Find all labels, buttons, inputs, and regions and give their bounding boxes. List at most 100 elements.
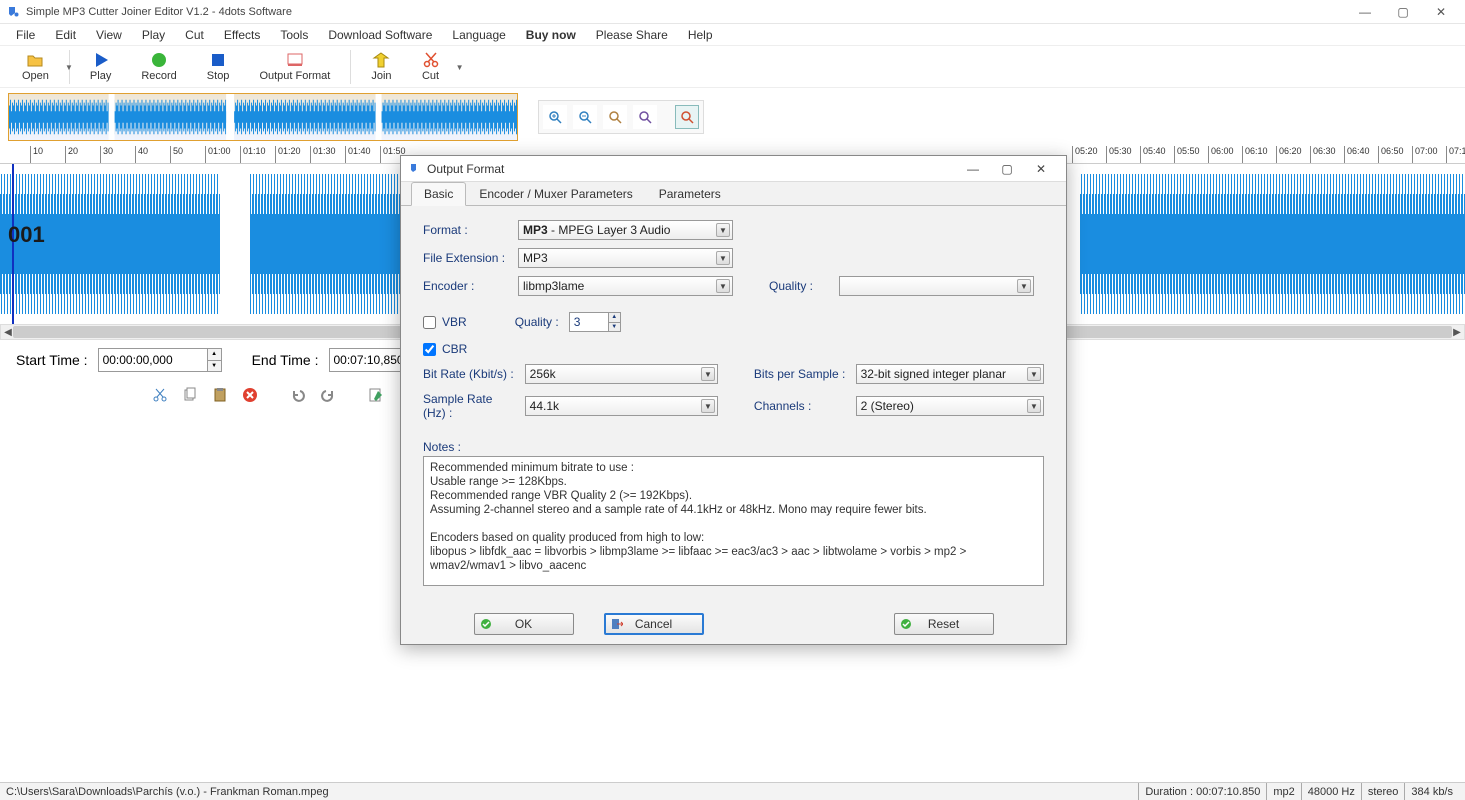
dialog-titlebar[interactable]: Output Format — ▢ ✕	[401, 156, 1066, 182]
stop-icon	[209, 51, 227, 69]
record-button[interactable]: Record	[127, 49, 190, 84]
menu-language[interactable]: Language	[442, 26, 515, 44]
zoom-selection-button[interactable]	[603, 105, 627, 129]
notes-textbox[interactable]: Recommended minimum bitrate to use : Usa…	[423, 456, 1044, 586]
quality-number-input[interactable]: 3	[569, 312, 609, 332]
output-format-button[interactable]: Output Format	[245, 49, 344, 84]
cbr-checkbox[interactable]: CBR	[423, 342, 467, 356]
scissors-icon	[422, 51, 440, 69]
close-button[interactable]: ✕	[1423, 2, 1459, 22]
zoom-tool-button[interactable]	[675, 105, 699, 129]
scroll-right-arrow-icon[interactable]: ▶	[1450, 325, 1464, 339]
menu-cut[interactable]: Cut	[175, 26, 214, 44]
dialog-body: Format : MP3 - MPEG Layer 3 Audio▼ File …	[401, 206, 1066, 604]
play-label: Play	[90, 70, 111, 82]
dropdown-arrow-icon[interactable]: ▼	[65, 63, 73, 72]
dialog-tabs: Basic Encoder / Muxer Parameters Paramet…	[401, 182, 1066, 206]
format-label: Format :	[423, 223, 508, 237]
cut-action-icon[interactable]	[150, 385, 170, 405]
channels-combo[interactable]: 2 (Stereo)▼	[856, 396, 1044, 416]
encoder-combo[interactable]: libmp3lame▼	[518, 276, 733, 296]
join-button[interactable]: Join	[357, 49, 405, 84]
chevron-down-icon: ▼	[1027, 367, 1041, 381]
dialog-close-button[interactable]: ✕	[1024, 158, 1058, 180]
dialog-minimize-button[interactable]: —	[956, 158, 990, 180]
format-combo[interactable]: MP3 - MPEG Layer 3 Audio▼	[518, 220, 733, 240]
file-extension-combo[interactable]: MP3▼	[518, 248, 733, 268]
chevron-down-icon: ▼	[716, 279, 730, 293]
play-button[interactable]: Play	[76, 49, 125, 84]
zoom-toolbar	[538, 100, 704, 134]
undo-icon[interactable]	[288, 385, 308, 405]
output-format-dialog: Output Format — ▢ ✕ Basic Encoder / Muxe…	[400, 155, 1067, 645]
menu-file[interactable]: File	[6, 26, 45, 44]
file-extension-label: File Extension :	[423, 251, 508, 265]
channels-label: Channels :	[754, 399, 846, 413]
record-icon	[150, 51, 168, 69]
open-button[interactable]: Open ▼	[8, 49, 63, 84]
menu-share[interactable]: Please Share	[586, 26, 678, 44]
maximize-button[interactable]: ▢	[1385, 2, 1421, 22]
menu-download[interactable]: Download Software	[318, 26, 442, 44]
cut-label: Cut	[422, 70, 439, 82]
bitrate-label: Bit Rate (Kbit/s) :	[423, 367, 515, 381]
bits-per-sample-combo[interactable]: 32-bit signed integer planar▼	[856, 364, 1044, 384]
check-icon	[479, 617, 493, 631]
redo-icon[interactable]	[318, 385, 338, 405]
start-time-spinner[interactable]: ▲▼	[208, 348, 222, 372]
menu-tools[interactable]: Tools	[270, 26, 318, 44]
status-duration: Duration : 00:07:10.850	[1138, 783, 1266, 800]
status-filepath: C:\Users\Sara\Downloads\Parchís (v.o.) -…	[6, 786, 329, 798]
tab-parameters[interactable]: Parameters	[646, 182, 734, 205]
quality-spinner[interactable]: ▲▼	[609, 312, 621, 332]
chevron-down-icon: ▼	[701, 399, 715, 413]
tab-basic[interactable]: Basic	[411, 182, 466, 206]
menu-play[interactable]: Play	[132, 26, 175, 44]
start-time-input[interactable]: 00:00:00,000	[98, 348, 208, 372]
vbr-checkbox[interactable]: VBR	[423, 315, 467, 329]
dropdown-arrow-icon[interactable]: ▼	[456, 63, 464, 72]
quality-label: Quality :	[769, 279, 829, 293]
quality-combo[interactable]: ▼	[839, 276, 1034, 296]
join-label: Join	[371, 70, 391, 82]
paste-icon[interactable]	[210, 385, 230, 405]
menu-effects[interactable]: Effects	[214, 26, 270, 44]
bits-per-sample-label: Bits per Sample :	[754, 367, 846, 381]
chevron-down-icon: ▼	[1017, 279, 1031, 293]
menu-help[interactable]: Help	[678, 26, 723, 44]
menu-view[interactable]: View	[86, 26, 132, 44]
waveform-thumbnail[interactable]	[8, 93, 518, 141]
quality-num-label: Quality :	[515, 315, 559, 329]
chevron-down-icon: ▼	[716, 223, 730, 237]
folder-open-icon	[26, 51, 44, 69]
menubar: File Edit View Play Cut Effects Tools Do…	[0, 24, 1465, 46]
chevron-down-icon: ▼	[701, 367, 715, 381]
tab-encoder-muxer[interactable]: Encoder / Muxer Parameters	[466, 182, 645, 205]
bitrate-combo[interactable]: 256k▼	[525, 364, 718, 384]
zoom-out-button[interactable]	[573, 105, 597, 129]
status-channels: stereo	[1361, 783, 1405, 800]
zoom-in-button[interactable]	[543, 105, 567, 129]
open-label: Open	[22, 70, 49, 82]
reset-button[interactable]: Reset	[894, 613, 994, 635]
edit-icon[interactable]	[366, 385, 386, 405]
delete-icon[interactable]	[240, 385, 260, 405]
ok-button[interactable]: OK	[474, 613, 574, 635]
menu-edit[interactable]: Edit	[45, 26, 86, 44]
minimize-button[interactable]: —	[1347, 2, 1383, 22]
menu-buy-now[interactable]: Buy now	[516, 26, 586, 44]
stop-button[interactable]: Stop	[193, 49, 244, 84]
dialog-maximize-button[interactable]: ▢	[990, 158, 1024, 180]
zoom-fit-button[interactable]	[633, 105, 657, 129]
sample-rate-label: Sample Rate (Hz) :	[423, 392, 515, 420]
cancel-button[interactable]: Cancel	[604, 613, 704, 635]
check-icon	[899, 617, 913, 631]
sample-rate-combo[interactable]: 44.1k▼	[525, 396, 718, 416]
copy-icon[interactable]	[180, 385, 200, 405]
cut-button[interactable]: Cut ▼	[408, 49, 454, 84]
exit-icon	[610, 617, 624, 631]
chevron-down-icon: ▼	[1027, 399, 1041, 413]
dialog-footer: OK Cancel Reset	[401, 604, 1066, 644]
record-label: Record	[141, 70, 176, 82]
stop-label: Stop	[207, 70, 230, 82]
